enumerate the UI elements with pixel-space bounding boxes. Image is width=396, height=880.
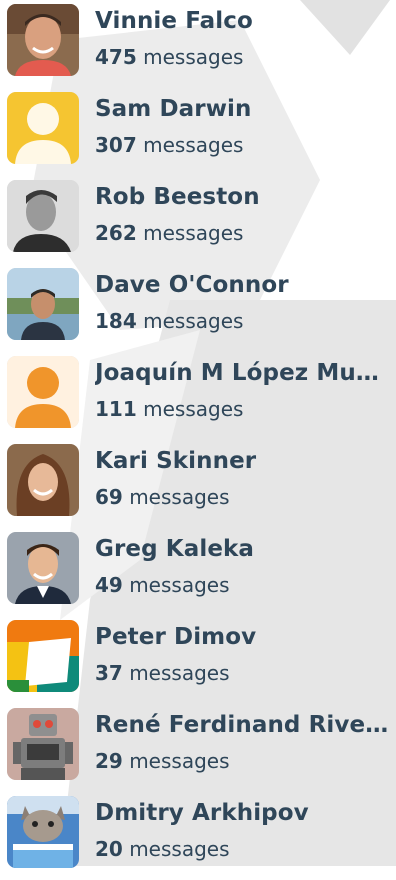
list-item[interactable]: Rob Beeston 262 messages: [0, 176, 396, 264]
list-item[interactable]: Kari Skinner 69 messages: [0, 440, 396, 528]
contributor-name[interactable]: Dmitry Arkhipov: [95, 800, 393, 826]
contributor-name[interactable]: Joaquín M López Muñoz: [95, 360, 393, 386]
contributor-name[interactable]: Rob Beeston: [95, 184, 393, 210]
contributor-name[interactable]: René Ferdinand Rivera Morell: [95, 712, 393, 738]
default-user-icon: [7, 356, 79, 428]
photo-greg-icon: [7, 532, 79, 604]
photo-kari-icon: [7, 444, 79, 516]
message-count: 69 messages: [95, 485, 230, 509]
contributor-name[interactable]: Peter Dimov: [95, 624, 393, 650]
contributor-name[interactable]: Vinnie Falco: [95, 8, 393, 34]
message-count: 20 messages: [95, 837, 230, 861]
robot-icon: [7, 708, 79, 780]
cat-icon: [7, 796, 79, 868]
message-count: 37 messages: [95, 661, 230, 685]
photo-rob-icon: [7, 180, 79, 252]
photo-dave-icon: [7, 268, 79, 340]
list-item[interactable]: Dmitry Arkhipov 20 messages: [0, 792, 396, 880]
list-item[interactable]: Joaquín M López Muñoz 111 messages: [0, 352, 396, 440]
list-item[interactable]: Dave O'Connor 184 messages: [0, 264, 396, 352]
list-item[interactable]: Peter Dimov 37 messages: [0, 616, 396, 704]
contributor-name[interactable]: Greg Kaleka: [95, 536, 393, 562]
list-item[interactable]: Sam Darwin 307 messages: [0, 88, 396, 176]
default-user-icon: [7, 92, 79, 164]
message-count: 475 messages: [95, 45, 244, 69]
message-count: 29 messages: [95, 749, 230, 773]
message-count: 49 messages: [95, 573, 230, 597]
tile-logo-icon: [7, 620, 79, 692]
photo-vinnie-icon: [7, 4, 79, 76]
message-count: 111 messages: [95, 397, 244, 421]
contributor-name[interactable]: Dave O'Connor: [95, 272, 393, 298]
message-count: 307 messages: [95, 133, 244, 157]
list-item[interactable]: Greg Kaleka 49 messages: [0, 528, 396, 616]
message-count: 262 messages: [95, 221, 244, 245]
contributor-name[interactable]: Kari Skinner: [95, 448, 393, 474]
list-item[interactable]: René Ferdinand Rivera Morell 29 messages: [0, 704, 396, 792]
contributor-name[interactable]: Sam Darwin: [95, 96, 393, 122]
message-count: 184 messages: [95, 309, 244, 333]
list-item[interactable]: Vinnie Falco 475 messages: [0, 0, 396, 88]
